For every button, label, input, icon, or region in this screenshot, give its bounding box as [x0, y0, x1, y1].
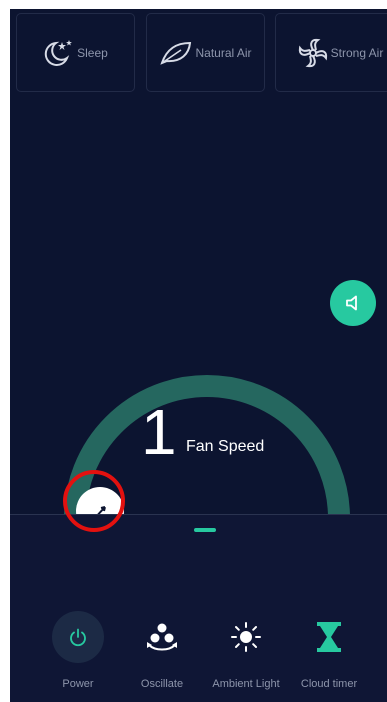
sun-icon: [230, 621, 262, 653]
cloud-timer-label: Cloud timer: [300, 678, 358, 690]
panel-drag-handle[interactable]: [194, 528, 216, 532]
app-screen: Sleep Natural Air Strong Air 1 Fan Speed…: [10, 9, 387, 702]
ambient-light-control[interactable]: Ambient Light: [203, 611, 289, 690]
oscillate-label: Oscillate: [140, 678, 184, 690]
moon-stars-icon: [43, 39, 75, 67]
power-label: Power: [62, 678, 94, 690]
mode-strong-air-label: Strong Air: [330, 45, 384, 60]
cloud-timer-control[interactable]: Cloud timer: [286, 611, 372, 690]
fan-speed-value: 1: [141, 396, 177, 468]
hourglass-icon: [316, 621, 342, 653]
leaf-icon: [159, 40, 193, 66]
swirl-fan-icon: [297, 37, 329, 69]
mode-sleep-label: Sleep: [77, 45, 108, 60]
oscillate-fan-icon: [145, 621, 179, 653]
mode-sleep-button[interactable]: Sleep: [16, 13, 135, 92]
ambient-light-label: Ambient Light: [212, 678, 280, 690]
control-panel: Power Oscillate Ambient Light Cloud time…: [10, 514, 387, 702]
oscillate-button[interactable]: [136, 611, 188, 663]
mode-strong-air-button[interactable]: Strong Air: [275, 13, 387, 92]
highlight-ring: [63, 470, 125, 532]
oscillate-control[interactable]: Oscillate: [119, 611, 205, 690]
power-control[interactable]: Power: [35, 611, 121, 690]
fan-speed-label: Fan Speed: [186, 438, 265, 455]
power-icon: [68, 627, 88, 647]
power-button[interactable]: [52, 611, 104, 663]
ambient-light-button[interactable]: [220, 611, 272, 663]
mode-natural-air-label: Natural Air: [195, 45, 252, 60]
mode-natural-air-button[interactable]: Natural Air: [146, 13, 265, 92]
cloud-timer-button[interactable]: [303, 611, 355, 663]
